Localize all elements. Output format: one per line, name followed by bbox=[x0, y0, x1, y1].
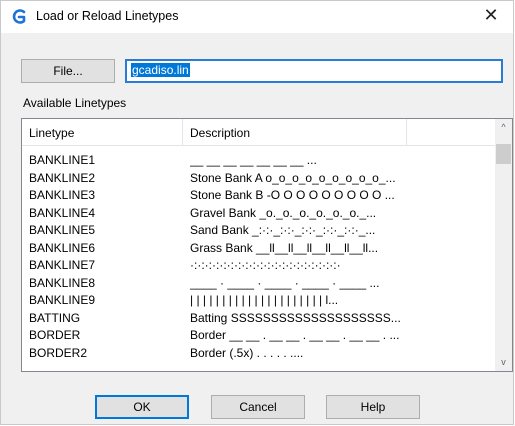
linetype-name: BANKLINE7 bbox=[29, 258, 96, 272]
linetype-description: Gravel Bank _o._o._o._o._o._o._... bbox=[190, 205, 377, 220]
cancel-button[interactable]: Cancel bbox=[211, 395, 305, 419]
window-title: Load or Reload Linetypes bbox=[36, 9, 179, 23]
linetype-description: ·:·:·:·:·:·:·:·:·:·:·:·:·:·:·:·:·:·:·:·:… bbox=[190, 258, 341, 272]
linetype-description: Sand Bank _:·:·_:·:·_:·:·_:·:·_:·:·_... bbox=[190, 223, 376, 237]
column-header-description[interactable]: Description bbox=[183, 119, 407, 145]
linetype-name: BANKLINE6 bbox=[29, 240, 96, 255]
help-button[interactable]: Help bbox=[326, 395, 420, 419]
linetype-description: Border (.5x) . . . . . .... bbox=[190, 345, 304, 360]
linetype-list[interactable]: Linetype Description BANKLINE1 __ __ __ _… bbox=[21, 118, 513, 372]
linetype-name: BANKLINE1 bbox=[29, 153, 96, 167]
ok-button[interactable]: OK bbox=[95, 395, 189, 419]
linetype-description: ____ · ____ · ____ · ____ · ____ ... bbox=[190, 275, 380, 290]
available-linetypes-label: Available Linetypes bbox=[23, 96, 127, 110]
list-item[interactable]: BANKLINE7 ·:·:·:·:·:·:·:·:·:·:·:·:·:·:·:·… bbox=[22, 256, 497, 274]
list-item[interactable]: BORDER Border __ __ . __ __ . __ __ . __ … bbox=[22, 326, 497, 344]
list-item[interactable]: BANKLINE2 Stone Bank A o_o_o_o_o_o_o_o_o_… bbox=[22, 169, 497, 187]
linetype-description: Batting SSSSSSSSSSSSSSSSSSSS... bbox=[190, 310, 401, 325]
list-item[interactable]: BANKLINE3 Stone Bank B -O O O O O O O O O… bbox=[22, 186, 497, 204]
linetype-description: __ __ __ __ __ __ __ ... bbox=[190, 153, 317, 167]
linetype-name: BATTING bbox=[29, 310, 81, 325]
linetype-description: Stone Bank B -O O O O O O O O O ... bbox=[190, 188, 395, 202]
linetype-description: Border __ __ . __ __ . __ __ . __ __ . .… bbox=[190, 328, 400, 342]
list-item[interactable]: BANKLINE5 Sand Bank _:·:·_:·:·_:·:·_:·:·_… bbox=[22, 221, 497, 239]
scroll-down-icon[interactable]: v bbox=[495, 354, 512, 371]
linetype-name: BORDER bbox=[29, 328, 81, 342]
linetype-description: Grass Bank __ll__ll__ll__ll__ll__ll... bbox=[190, 240, 379, 255]
close-icon[interactable]: ✕ bbox=[479, 5, 503, 26]
app-logo-icon bbox=[12, 9, 26, 24]
list-item[interactable]: BANKLINE1 __ __ __ __ __ __ __ ... bbox=[22, 151, 497, 169]
scrollbar-thumb[interactable] bbox=[496, 144, 511, 164]
column-header-linetype[interactable]: Linetype bbox=[22, 119, 183, 145]
linetype-file-path-input[interactable]: gcadiso.lin bbox=[125, 59, 503, 83]
list-item[interactable]: BATTING Batting SSSSSSSSSSSSSSSSSSSS... bbox=[22, 309, 497, 327]
title-bar[interactable]: Load or Reload Linetypes ✕ bbox=[1, 1, 513, 33]
path-value: gcadiso.lin bbox=[131, 63, 190, 77]
linetype-description: | | | | | | | | | | | | | | | | | | | | … bbox=[190, 293, 339, 307]
linetype-name: BORDER2 bbox=[29, 345, 88, 360]
scroll-up-icon[interactable]: ^ bbox=[495, 119, 512, 136]
linetype-name: BANKLINE2 bbox=[29, 170, 96, 185]
list-item[interactable]: BORDER2 Border (.5x) . . . . . .... bbox=[22, 344, 497, 362]
linetype-name: BANKLINE8 bbox=[29, 275, 96, 290]
linetype-rows: BANKLINE1 __ __ __ __ __ __ __ ... BANKLI… bbox=[22, 151, 497, 361]
linetype-name: BANKLINE4 bbox=[29, 205, 96, 220]
list-item[interactable]: BANKLINE6 Grass Bank __ll__ll__ll__ll__ll… bbox=[22, 239, 497, 257]
list-item[interactable]: BANKLINE8 ____ · ____ · ____ · ____ · ___… bbox=[22, 274, 497, 292]
list-item[interactable]: BANKLINE9 | | | | | | | | | | | | | | | |… bbox=[22, 291, 497, 309]
file-button[interactable]: File... bbox=[21, 59, 115, 83]
linetype-name: BANKLINE5 bbox=[29, 223, 96, 237]
vertical-scrollbar[interactable]: ^ v bbox=[495, 119, 512, 371]
linetype-name: BANKLINE9 bbox=[29, 293, 96, 307]
load-linetypes-dialog: Load or Reload Linetypes ✕ File... gcadi… bbox=[0, 0, 514, 425]
linetype-description: Stone Bank A o_o_o_o_o_o_o_o_o_... bbox=[190, 170, 396, 185]
list-header: Linetype Description bbox=[22, 119, 497, 146]
list-item[interactable]: BANKLINE4 Gravel Bank _o._o._o._o._o._o._… bbox=[22, 204, 497, 222]
linetype-name: BANKLINE3 bbox=[29, 188, 96, 202]
